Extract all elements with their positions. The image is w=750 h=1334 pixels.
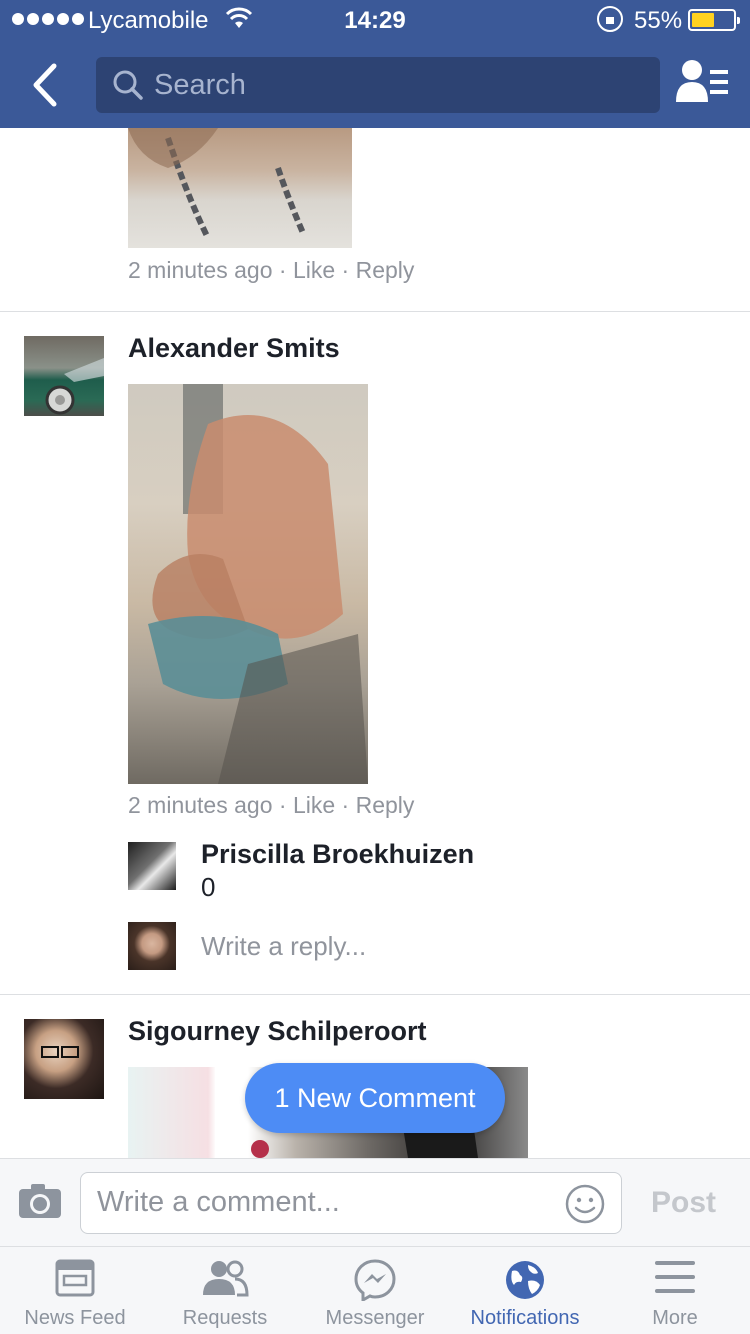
top-bar: Lycamobile 14:29 55% Search <box>0 0 750 128</box>
news-feed-icon <box>55 1259 95 1297</box>
tab-label: Notifications <box>470 1307 580 1329</box>
comment-input[interactable]: Write a comment... <box>80 1172 622 1234</box>
globe-icon <box>506 1261 544 1299</box>
car-shape <box>45 358 104 415</box>
tab-label: Messenger <box>325 1307 425 1329</box>
user-avatar <box>128 922 176 970</box>
reply-link[interactable]: Reply <box>356 792 415 818</box>
comments-feed[interactable]: 2 minutes ago · Like · Reply Alexander S… <box>0 128 750 1158</box>
comment-placeholder: Write a comment... <box>97 1186 340 1218</box>
new-comment-button[interactable]: 1 New Comment <box>245 1063 505 1133</box>
avatar[interactable] <box>24 1019 104 1099</box>
tab-label: News Feed <box>24 1307 126 1329</box>
comment-meta: 2 minutes ago · Like · Reply <box>128 257 415 283</box>
messenger-icon <box>354 1259 396 1301</box>
status-bar: Lycamobile 14:29 55% <box>0 0 750 40</box>
tab-notifications[interactable]: Notifications <box>450 1247 600 1334</box>
photo-content <box>148 384 368 784</box>
search-input[interactable]: Search <box>154 69 246 102</box>
reply-link[interactable]: Reply <box>356 257 415 283</box>
comment-author[interactable]: Alexander Smits <box>128 333 340 364</box>
comment-meta: 2 minutes ago · Like · Reply <box>128 792 415 818</box>
camera-icon[interactable] <box>18 1183 62 1219</box>
comment-composer: Write a comment... Post <box>0 1158 750 1246</box>
tab-requests[interactable]: Requests <box>150 1247 300 1334</box>
battery-percent: 55% <box>634 7 683 34</box>
comment-time: 2 minutes ago <box>128 257 273 283</box>
glasses-shape <box>41 1046 79 1058</box>
tab-more[interactable]: More <box>600 1247 750 1334</box>
comment-time: 2 minutes ago <box>128 792 273 818</box>
divider <box>0 311 750 312</box>
necklace-shape <box>128 128 306 240</box>
tab-news-feed[interactable]: News Feed <box>0 1247 150 1334</box>
battery-icon <box>688 9 740 31</box>
comment-photo[interactable] <box>128 384 368 784</box>
like-link[interactable]: Like <box>293 792 335 818</box>
emoji-icon[interactable] <box>565 1184 605 1224</box>
search-icon <box>113 70 143 100</box>
tab-messenger[interactable]: Messenger <box>300 1247 450 1334</box>
rotation-lock-icon <box>597 6 623 32</box>
post-button[interactable]: Post <box>651 1186 716 1220</box>
search-bar[interactable]: Search <box>96 57 660 113</box>
friend-requests-icon <box>203 1260 249 1297</box>
avatar[interactable] <box>24 336 104 416</box>
tab-label: More <box>652 1307 698 1329</box>
reply-avatar[interactable] <box>128 842 176 890</box>
write-reply-input[interactable]: Write a reply... <box>201 931 366 962</box>
like-link[interactable]: Like <box>293 257 335 283</box>
battery-level <box>692 13 714 27</box>
friends-list-icon[interactable] <box>674 58 730 110</box>
reply-author[interactable]: Priscilla Broekhuizen <box>201 839 474 870</box>
reply-text: 0 <box>201 872 216 902</box>
tab-label: Requests <box>182 1307 268 1329</box>
menu-icon <box>655 1261 695 1293</box>
back-chevron-icon[interactable] <box>24 58 68 112</box>
tab-bar: News Feed Requests Messenger Notificatio… <box>0 1246 750 1334</box>
divider <box>0 994 750 995</box>
comment-photo[interactable] <box>128 128 352 248</box>
comment-author[interactable]: Sigourney Schilperoort <box>128 1016 427 1047</box>
